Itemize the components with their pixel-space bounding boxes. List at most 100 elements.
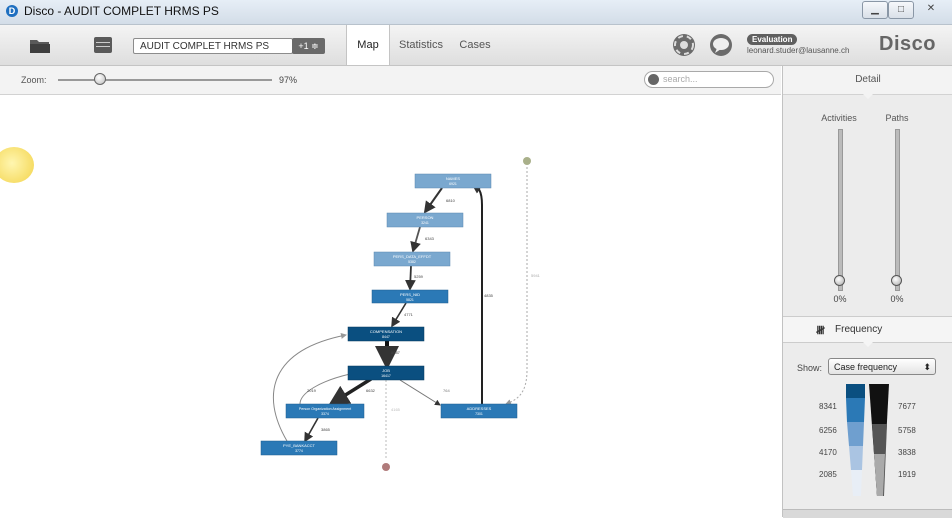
paths-value: 0%	[890, 294, 904, 304]
legend-right-value: 7677	[898, 402, 916, 411]
dataset-icon[interactable]	[93, 36, 113, 54]
legend-right-value: 3838	[898, 448, 916, 457]
edge-addresses-names[interactable]	[470, 181, 484, 404]
activities-value: 0%	[833, 294, 847, 304]
detail-header: Detail	[783, 66, 952, 95]
end-node-icon[interactable]	[382, 463, 390, 471]
activity-node-pers-data-effdt[interactable]: PERS_DATA_EFFDT 5382	[373, 251, 451, 267]
node-count: 3774	[295, 449, 303, 453]
node-count: 3374	[321, 412, 329, 416]
node-label: COMPENSATION	[370, 329, 402, 334]
activity-node-pye-bankacct[interactable]: PYE_BANKACCT 3774	[260, 440, 338, 456]
frequency-section-header[interactable]: 𝍸 Frequency	[783, 316, 952, 343]
edge-start-addresses[interactable]	[505, 167, 528, 405]
edge-persdata-persnid[interactable]	[404, 265, 416, 291]
edge-label: 6810	[446, 198, 456, 203]
node-label: PERS_DATA_EFFDT	[393, 254, 432, 259]
tab-map[interactable]: Map	[346, 25, 390, 65]
process-map[interactable]: 6810 6343 5259 4771 8087 6632 2019 764 3…	[0, 95, 781, 517]
edge-label: 6343	[425, 236, 435, 241]
main-toolbar: AUDIT COMPLET HRMS PS +1 ≑ Map Statistic…	[0, 25, 952, 66]
start-node-icon[interactable]	[523, 157, 531, 165]
show-metric-value: Case frequency	[834, 362, 898, 372]
edge-label: 4835	[484, 293, 494, 298]
legend-left-value: 2085	[819, 470, 837, 479]
node-count: 8447	[382, 335, 390, 339]
paths-slider-handle[interactable]	[891, 275, 902, 286]
window-title: Disco - AUDIT COMPLET HRMS PS	[24, 4, 219, 18]
zoom-bar: Zoom: 97% search...	[0, 66, 781, 95]
log-select[interactable]: AUDIT COMPLET HRMS PS	[133, 38, 293, 54]
edge-poa-pye[interactable]	[304, 417, 319, 443]
activity-node-names[interactable]: NAMES 6921	[414, 173, 492, 189]
node-count: 5382	[408, 260, 416, 264]
edge-label: 4771	[404, 312, 414, 317]
disco-app-icon: D	[6, 5, 18, 17]
node-label: PERS_NID	[400, 292, 420, 297]
node-label: ADDRESSES	[467, 406, 492, 411]
edge-label: 3865	[321, 427, 331, 432]
activities-slider[interactable]	[838, 129, 843, 291]
detail-pointer-icon	[862, 93, 874, 99]
show-label: Show:	[797, 363, 823, 373]
paths-label: Paths	[885, 113, 909, 123]
edge-label: 2019	[307, 388, 317, 393]
close-icon[interactable]: ✕	[914, 1, 948, 17]
maximize-icon[interactable]: □	[888, 1, 914, 19]
activities-slider-handle[interactable]	[834, 275, 845, 286]
edge-job-addresses[interactable]	[399, 379, 441, 406]
activity-node-compensation[interactable]: COMPENSATION 8447	[347, 326, 425, 342]
process-map-canvas[interactable]: 6810 6343 5259 4771 8087 6632 2019 764 3…	[0, 95, 781, 517]
edge-label: 5259	[414, 274, 424, 279]
node-label: PYE_BANKACCT	[283, 443, 316, 448]
zoom-label: Zoom:	[21, 75, 47, 85]
node-label: NAMES	[446, 176, 461, 181]
tab-cases[interactable]: Cases	[455, 25, 495, 65]
tab-statistics[interactable]: Statistics	[395, 25, 447, 65]
edge-label: 6632	[366, 388, 376, 393]
edge-label: 8087	[391, 350, 401, 355]
node-count: 5821	[406, 298, 414, 302]
log-variant-stepper[interactable]: +1 ≑	[292, 38, 325, 54]
frequency-legend-graphic	[846, 384, 889, 496]
activities-label: Activities	[821, 113, 857, 123]
activity-node-person[interactable]: PERSON 3241	[386, 212, 464, 228]
node-label: Person Organization Assignment	[299, 407, 351, 411]
activity-node-job[interactable]: JOB 16417	[347, 365, 425, 381]
legend-right-value: 5758	[898, 426, 916, 435]
search-input[interactable]: search...	[644, 71, 774, 88]
legend-left-value: 8341	[819, 402, 837, 411]
edge-label: 5941	[531, 273, 541, 278]
activity-node-pers-nid[interactable]: PERS_NID 5821	[371, 289, 449, 304]
edge-label: 4165	[391, 407, 401, 412]
edge-names-person[interactable]	[423, 187, 443, 214]
edge-person-persdata[interactable]	[410, 226, 421, 253]
open-folder-icon[interactable]	[29, 36, 51, 54]
zoom-value: 97%	[279, 75, 298, 85]
select-arrows-icon: ⬍	[923, 362, 931, 372]
node-count: 16417	[381, 374, 391, 378]
node-count: 3241	[421, 221, 429, 225]
node-label: JOB	[382, 368, 390, 373]
search-placeholder: search...	[663, 74, 698, 84]
help-lifebuoy-icon[interactable]	[673, 34, 695, 56]
minimize-icon[interactable]: ▁	[862, 1, 888, 19]
show-metric-select[interactable]: Case frequency ⬍	[828, 358, 936, 375]
legend-left-value: 6256	[819, 426, 837, 435]
feedback-chat-icon[interactable]	[710, 34, 732, 56]
tally-icon: 𝍸	[816, 325, 825, 337]
search-icon	[648, 74, 659, 85]
zoom-slider-track[interactable]	[58, 79, 272, 81]
paths-slider[interactable]	[895, 129, 900, 291]
node-label: PERSON	[417, 215, 434, 220]
node-count: 6921	[449, 182, 457, 186]
activity-node-addresses[interactable]: ADDRESSES 7301	[440, 403, 518, 419]
activity-node-person-organization-assignment[interactable]: Person Organization Assignment 3374	[285, 403, 365, 419]
evaluation-badge: Evaluation	[747, 34, 798, 45]
window-titlebar: D Disco - AUDIT COMPLET HRMS PS ▁ □ ✕	[0, 0, 952, 25]
edge-job-poa[interactable]	[328, 377, 372, 406]
legend-right-value: 1919	[898, 470, 916, 479]
node-count: 7301	[475, 412, 483, 416]
zoom-slider-handle[interactable]	[94, 73, 106, 85]
detail-sidebar: Detail Activities Paths 0% 0% 𝍸 Frequenc…	[782, 66, 952, 518]
